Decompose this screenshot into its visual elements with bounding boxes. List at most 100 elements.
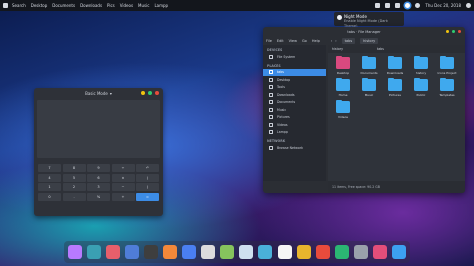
minimize-button[interactable] <box>445 29 449 33</box>
key-open-paren[interactable]: ( <box>136 173 159 182</box>
sidebar-item-browse-network[interactable]: Browse Network <box>263 144 326 152</box>
top-menu-item[interactable]: Downloads <box>80 3 102 8</box>
maximize-button[interactable] <box>451 29 455 33</box>
top-menu-item[interactable]: Pics <box>107 3 115 8</box>
battery-icon[interactable] <box>385 3 391 8</box>
file-item-label: Desktop <box>336 71 350 75</box>
power-icon[interactable] <box>466 3 471 8</box>
user-icon[interactable] <box>415 3 421 8</box>
network-icon[interactable] <box>395 3 401 8</box>
forward-arrow-icon[interactable]: › <box>335 39 336 43</box>
music-icon[interactable] <box>334 245 349 259</box>
close-button[interactable] <box>457 29 461 33</box>
rocket-icon[interactable] <box>277 245 292 259</box>
sidebar-item-pictures[interactable]: Pictures <box>263 114 326 122</box>
gear-icon[interactable] <box>353 245 368 259</box>
menu-edit[interactable]: Edit <box>277 39 284 43</box>
sidebar-item-label: Pictures <box>277 115 290 120</box>
top-menu-item[interactable]: Lampp <box>154 3 168 8</box>
file-item-music[interactable]: Music <box>356 77 382 97</box>
file-item-documents[interactable]: Documents <box>356 55 382 75</box>
store-icon[interactable] <box>372 245 387 259</box>
file-item-videos[interactable]: Videos <box>330 99 356 119</box>
clock[interactable]: Thu Dec 20, 2018 <box>425 3 461 8</box>
back-arrow-icon[interactable]: ‹ <box>331 39 332 43</box>
path-segment[interactable]: history <box>332 47 343 51</box>
key-0[interactable]: 0 <box>38 192 61 201</box>
key-minus[interactable]: − <box>111 183 135 191</box>
key-decimal[interactable]: . <box>62 192 86 201</box>
key-close-paren[interactable]: ) <box>136 183 159 191</box>
sidebar-item-desktop[interactable]: Desktop <box>263 76 326 84</box>
file-item-templates[interactable]: Templates <box>434 77 460 97</box>
close-button[interactable] <box>155 91 159 95</box>
key-6[interactable]: 6 <box>87 173 110 182</box>
top-menu-item[interactable]: Desktop <box>31 3 48 8</box>
file-item-desktop[interactable]: Desktop <box>330 55 356 75</box>
key-plus[interactable]: + <box>111 192 135 201</box>
chevron-down-icon[interactable]: ▾ <box>110 91 112 96</box>
menu-go[interactable]: Go <box>302 39 307 43</box>
menu-file[interactable]: File <box>266 39 272 43</box>
key-8[interactable]: 8 <box>62 164 86 172</box>
file-item-history[interactable]: history <box>408 55 434 75</box>
key-7[interactable]: 7 <box>38 164 61 172</box>
top-menu-item[interactable]: Music <box>138 3 149 8</box>
calculator-mode-selector[interactable]: Basic Mode <box>85 91 108 96</box>
maps-icon[interactable] <box>296 245 311 259</box>
key-5[interactable]: 5 <box>62 173 86 182</box>
menu-view[interactable]: View <box>289 39 297 43</box>
key-divide[interactable]: ÷ <box>111 164 135 172</box>
sidebar-item-downloads[interactable]: Downloads <box>263 91 326 99</box>
sidebar-item-music[interactable]: Music <box>263 106 326 114</box>
firefox-icon[interactable] <box>163 245 178 259</box>
maximize-button[interactable] <box>148 91 152 95</box>
top-menu-item[interactable]: Documents <box>52 3 75 8</box>
chromium-icon[interactable] <box>182 245 197 259</box>
file-item-icons-project[interactable]: Icons Project <box>434 55 460 75</box>
key-3[interactable]: 3 <box>87 183 110 191</box>
files-icon[interactable] <box>125 245 140 259</box>
books-icon[interactable] <box>144 245 159 259</box>
file-item-downloads[interactable]: Downloads <box>382 55 408 75</box>
file-item-label: history <box>415 71 427 75</box>
android-icon[interactable] <box>220 245 235 259</box>
search-icon[interactable] <box>201 245 216 259</box>
finder-icon[interactable] <box>68 245 82 259</box>
weather-icon[interactable] <box>258 245 273 259</box>
file-item-home[interactable]: Home <box>330 77 356 97</box>
path-segment[interactable]: tabs <box>377 47 384 51</box>
key-undo[interactable]: ↶ <box>136 164 159 172</box>
sidebar-item-file-system[interactable]: File System <box>263 53 326 61</box>
file-item-public[interactable]: Public <box>408 77 434 97</box>
sidebar-item-videos[interactable]: Videos <box>263 121 326 129</box>
breadcrumb-tabs[interactable]: tabs <box>341 37 356 44</box>
editor-icon[interactable] <box>106 245 121 259</box>
sidebar-item-documents[interactable]: Documents <box>263 99 326 107</box>
top-menu-item[interactable]: Videos <box>120 3 133 8</box>
file-item-pictures[interactable]: Pictures <box>382 77 408 97</box>
video-icon[interactable] <box>315 245 330 259</box>
volume-icon[interactable] <box>375 3 381 8</box>
file-item-label: Home <box>338 93 348 97</box>
network-icon <box>269 145 273 150</box>
sidebar-item-tools[interactable]: Tools <box>263 84 326 92</box>
terminal-icon[interactable] <box>87 245 102 259</box>
key-multiply[interactable]: × <box>111 173 135 182</box>
key-1[interactable]: 1 <box>38 183 61 191</box>
key-9[interactable]: 9 <box>87 164 110 172</box>
key-4[interactable]: 4 <box>38 173 61 182</box>
top-menu-item[interactable]: Search <box>12 3 26 8</box>
app-launcher-icon[interactable] <box>3 3 8 8</box>
mail-icon[interactable] <box>391 245 406 259</box>
key-2[interactable]: 2 <box>62 183 86 191</box>
key-percent[interactable]: % <box>87 192 110 201</box>
night-mode-icon[interactable] <box>405 3 411 8</box>
calendar-icon[interactable] <box>239 245 254 259</box>
minimize-button[interactable] <box>141 91 145 95</box>
sidebar-item-tabs[interactable]: tabs <box>263 68 326 76</box>
breadcrumb-history[interactable]: history <box>360 37 379 44</box>
sidebar-item-lampp[interactable]: Lampp <box>263 129 326 137</box>
key-equals[interactable]: = <box>136 192 159 201</box>
menu-help[interactable]: Help <box>312 39 320 43</box>
